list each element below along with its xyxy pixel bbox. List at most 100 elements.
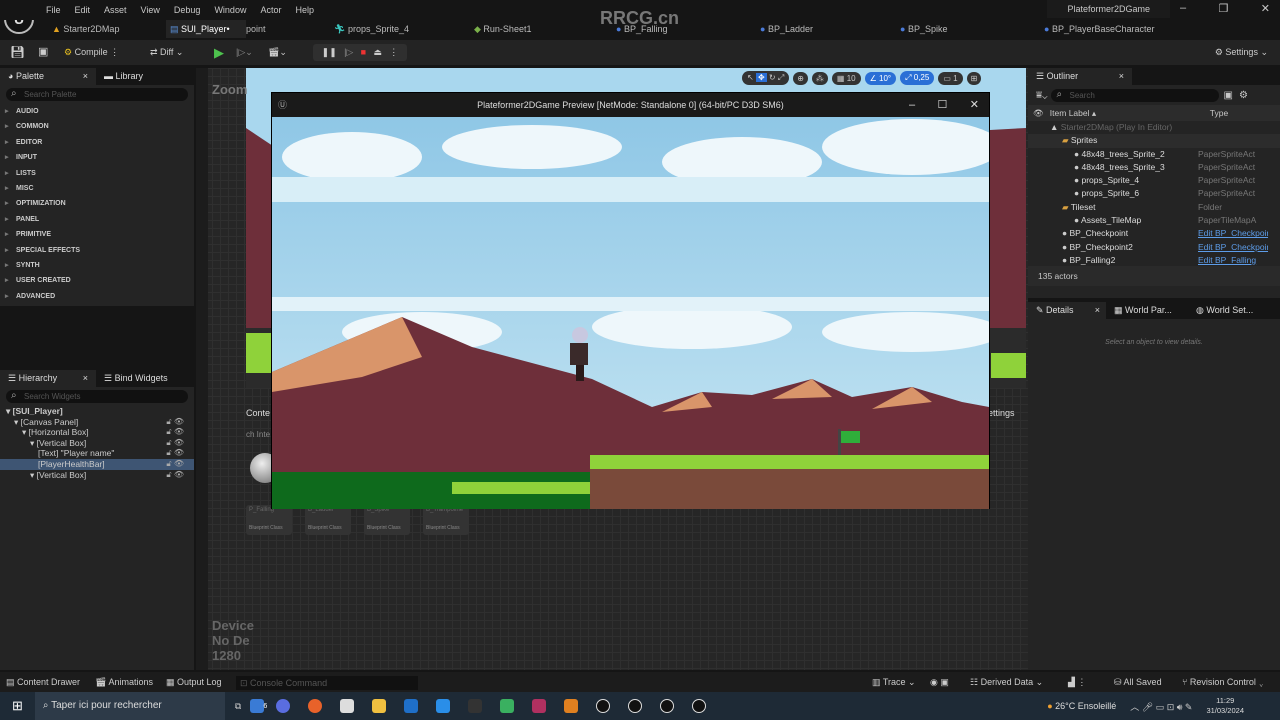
game-viewport[interactable] bbox=[272, 117, 989, 509]
tab-world-partition[interactable]: ▦ World Par... bbox=[1106, 302, 1188, 319]
palette-category[interactable]: COMMON bbox=[0, 119, 194, 135]
save-icon[interactable]: 💾︎ bbox=[10, 44, 25, 61]
hierarchy-item[interactable]: ▾ [Canvas Panel] 🔓︎ 👁︎ bbox=[0, 417, 194, 428]
expand-arrow-icon[interactable]: ▾ bbox=[6, 406, 13, 416]
tab-palette[interactable]: ◕ Palette × bbox=[0, 68, 96, 85]
tab-sui-player[interactable]: ▤ SUI_Player• bbox=[166, 20, 246, 38]
close-icon[interactable]: × bbox=[1119, 68, 1124, 85]
taskbar-search[interactable]: ⌕ Taper ici pour rechercher bbox=[34, 692, 225, 720]
palette-category[interactable]: USER CREATED bbox=[0, 273, 194, 289]
hierarchy-item[interactable]: [PlayerHealthBar] 🔓︎ 👁︎ bbox=[0, 458, 194, 470]
vscode-icon[interactable] bbox=[436, 699, 451, 713]
menu-file[interactable]: File bbox=[46, 5, 61, 15]
game-preview-window[interactable]: Ⓤ Plateformer2DGame Preview [NetMode: St… bbox=[271, 92, 990, 509]
lock-visibility-icons[interactable]: 🔓︎ 👁︎ bbox=[166, 427, 184, 438]
palette-category[interactable]: SPECIAL EFFECTS bbox=[0, 243, 194, 259]
tab-bp-ladder[interactable]: ● BP_Ladder bbox=[756, 20, 813, 38]
grid-snap[interactable]: ▦ 10 bbox=[831, 71, 861, 85]
content-card[interactable]: B_Trampoline Blueprint Class bbox=[423, 505, 469, 535]
hierarchy-item[interactable]: ▾ [Vertical Box] 🔓︎ 👁︎ bbox=[0, 470, 194, 481]
camera-speed[interactable]: ▭ 1 bbox=[938, 71, 963, 85]
close-button[interactable]: ✕ bbox=[1261, 2, 1270, 15]
palette-category[interactable]: INPUT bbox=[0, 150, 194, 166]
palette-category[interactable]: ADVANCED bbox=[0, 289, 194, 305]
play-options-icon[interactable]: |▷⌄ bbox=[236, 44, 253, 61]
tab-run-sheet1[interactable]: ◆ Run-Sheet1 bbox=[470, 20, 531, 38]
palette-category[interactable]: EDITOR bbox=[0, 135, 194, 151]
game-close-button[interactable]: ✕ bbox=[970, 93, 979, 117]
tab-checkpoint[interactable]: point bbox=[242, 20, 266, 38]
tab-hierarchy[interactable]: ☰ Hierarchy × bbox=[0, 370, 96, 387]
tab-outliner[interactable]: ☰ Outliner × bbox=[1028, 68, 1132, 85]
revision-control-button[interactable]: ⑂ Revision Control ⌄ bbox=[1182, 674, 1264, 691]
expand-arrow-icon[interactable]: ▾ bbox=[30, 438, 37, 448]
clock[interactable]: 11:29 31/03/2024 bbox=[1206, 696, 1244, 716]
palette-category[interactable]: MISC bbox=[0, 181, 194, 197]
trace-button[interactable]: ▥ Trace ⌄ bbox=[872, 674, 916, 691]
close-icon[interactable]: × bbox=[83, 370, 88, 387]
pause-icon[interactable]: ❚❚ bbox=[322, 44, 337, 61]
tab-world-settings[interactable]: ◍ World Set... bbox=[1188, 302, 1253, 319]
outliner-row[interactable]: ● BP_Checkpoint2 Edit BP_Checkpoint bbox=[1028, 241, 1280, 254]
game-window-titlebar[interactable]: Ⓤ Plateformer2DGame Preview [NetMode: St… bbox=[272, 93, 989, 117]
tab-starter2dmap[interactable]: ▲ Starter2DMap bbox=[48, 20, 119, 38]
content-search[interactable]: ch Inte bbox=[246, 430, 270, 439]
unreal-taskbar-icon-4[interactable] bbox=[692, 699, 707, 713]
diff-button[interactable]: ⇄ Diff ⌄ bbox=[150, 44, 183, 61]
tab-bind-widgets[interactable]: ☰ Bind Widgets bbox=[96, 370, 168, 387]
outliner-row[interactable]: ● 48x48_trees_Sprite_3 PaperSpriteAct bbox=[1028, 161, 1280, 174]
outliner-row-type[interactable]: Edit BP_Checkpoint bbox=[1198, 227, 1268, 240]
search-widgets-input[interactable]: Search Widgets bbox=[6, 389, 188, 403]
menu-help[interactable]: Help bbox=[295, 5, 314, 15]
weather-widget[interactable]: ● 26°C Ensoleillé bbox=[1047, 701, 1116, 711]
menu-edit[interactable]: Edit bbox=[75, 5, 91, 15]
tab-bp-spike[interactable]: ● BP_Spike bbox=[896, 20, 947, 38]
settings-button[interactable]: ⚙ Settings ⌄ bbox=[1215, 44, 1268, 61]
scale-snap[interactable]: ⤢ 0,25 bbox=[900, 71, 935, 85]
outliner-row[interactable]: ● BP_Checkpoint Edit BP_Checkpoint bbox=[1028, 227, 1280, 240]
column-item-label[interactable]: Item Label ▴ bbox=[1050, 108, 1210, 119]
outlook-icon[interactable] bbox=[404, 699, 419, 713]
maximize-button[interactable]: ❐ bbox=[1219, 2, 1229, 15]
outliner-row[interactable]: ● BP_Falling2 Edit BP_Falling bbox=[1028, 254, 1280, 266]
palette-category[interactable]: PANEL bbox=[0, 212, 194, 228]
todo-app-icon[interactable] bbox=[250, 699, 265, 713]
game-maximize-button[interactable]: ☐ bbox=[938, 93, 948, 117]
surface-snap-icon[interactable]: ⁂ bbox=[811, 71, 828, 85]
outliner-row-type[interactable]: Edit BP_Falling bbox=[1198, 254, 1268, 266]
sublime-icon[interactable] bbox=[564, 699, 579, 713]
outliner-row[interactable]: ● props_Sprite_4 PaperSpriteAct bbox=[1028, 174, 1280, 187]
search-palette-input[interactable]: Search Palette bbox=[6, 87, 188, 101]
palette-category[interactable]: LISTS bbox=[0, 166, 194, 182]
filter-icon[interactable]: ⩸⌄ bbox=[1036, 90, 1047, 101]
hierarchy-item[interactable]: ▾ [SUI_Player] bbox=[0, 406, 194, 417]
outliner-row[interactable]: ▲ Starter2DMap (Play In Editor) bbox=[1028, 121, 1280, 134]
lock-visibility-icons[interactable]: 🔓︎ 👁︎ bbox=[166, 459, 184, 470]
more-icon[interactable]: ⋮ bbox=[389, 44, 398, 61]
stop-icon[interactable]: ■ bbox=[361, 44, 366, 61]
explorer-icon[interactable] bbox=[372, 699, 387, 713]
task-view-icon[interactable]: ⧉ bbox=[235, 701, 241, 712]
lock-visibility-icons[interactable]: 🔓︎ 👁︎ bbox=[166, 417, 184, 428]
outliner-row[interactable]: ● 48x48_trees_Sprite_2 PaperSpriteAct bbox=[1028, 148, 1280, 161]
step-icon[interactable]: |▷ bbox=[344, 44, 353, 61]
record-icon[interactable]: ◉ ▣ bbox=[930, 674, 949, 691]
outliner-row[interactable]: ▰ Sprites bbox=[1028, 134, 1280, 148]
outliner-row-type[interactable]: Edit BP_Checkpoint bbox=[1198, 241, 1268, 254]
transform-tools[interactable]: ↖ ✥ ↻ ⤢ bbox=[742, 71, 790, 85]
menu-debug[interactable]: Debug bbox=[174, 5, 201, 15]
menu-actor[interactable]: Actor bbox=[260, 5, 281, 15]
lock-visibility-icons[interactable]: 🔓︎ 👁︎ bbox=[166, 448, 184, 459]
hierarchy-item[interactable]: ▾ [Vertical Box] 🔓︎ 👁︎ bbox=[0, 438, 194, 449]
outliner-row[interactable]: ● props_Sprite_6 PaperSpriteAct bbox=[1028, 187, 1280, 200]
content-drawer-button[interactable]: ▤ Content Drawer bbox=[6, 674, 80, 691]
palette-category[interactable]: SYNTH bbox=[0, 258, 194, 274]
palette-category[interactable]: AUDIO bbox=[0, 104, 194, 120]
content-card[interactable]: P_Falling Blueprint Class bbox=[246, 505, 292, 535]
animations-button[interactable]: 🎬︎ Animations bbox=[95, 674, 153, 691]
palette-category[interactable]: OPTIMIZATION bbox=[0, 196, 194, 212]
scale-icon[interactable]: ⤢ bbox=[778, 73, 784, 82]
minimize-button[interactable]: – bbox=[1180, 2, 1186, 15]
expand-arrow-icon[interactable]: ▾ bbox=[30, 470, 37, 480]
gear-icon[interactable]: ⚙ bbox=[1239, 90, 1248, 101]
